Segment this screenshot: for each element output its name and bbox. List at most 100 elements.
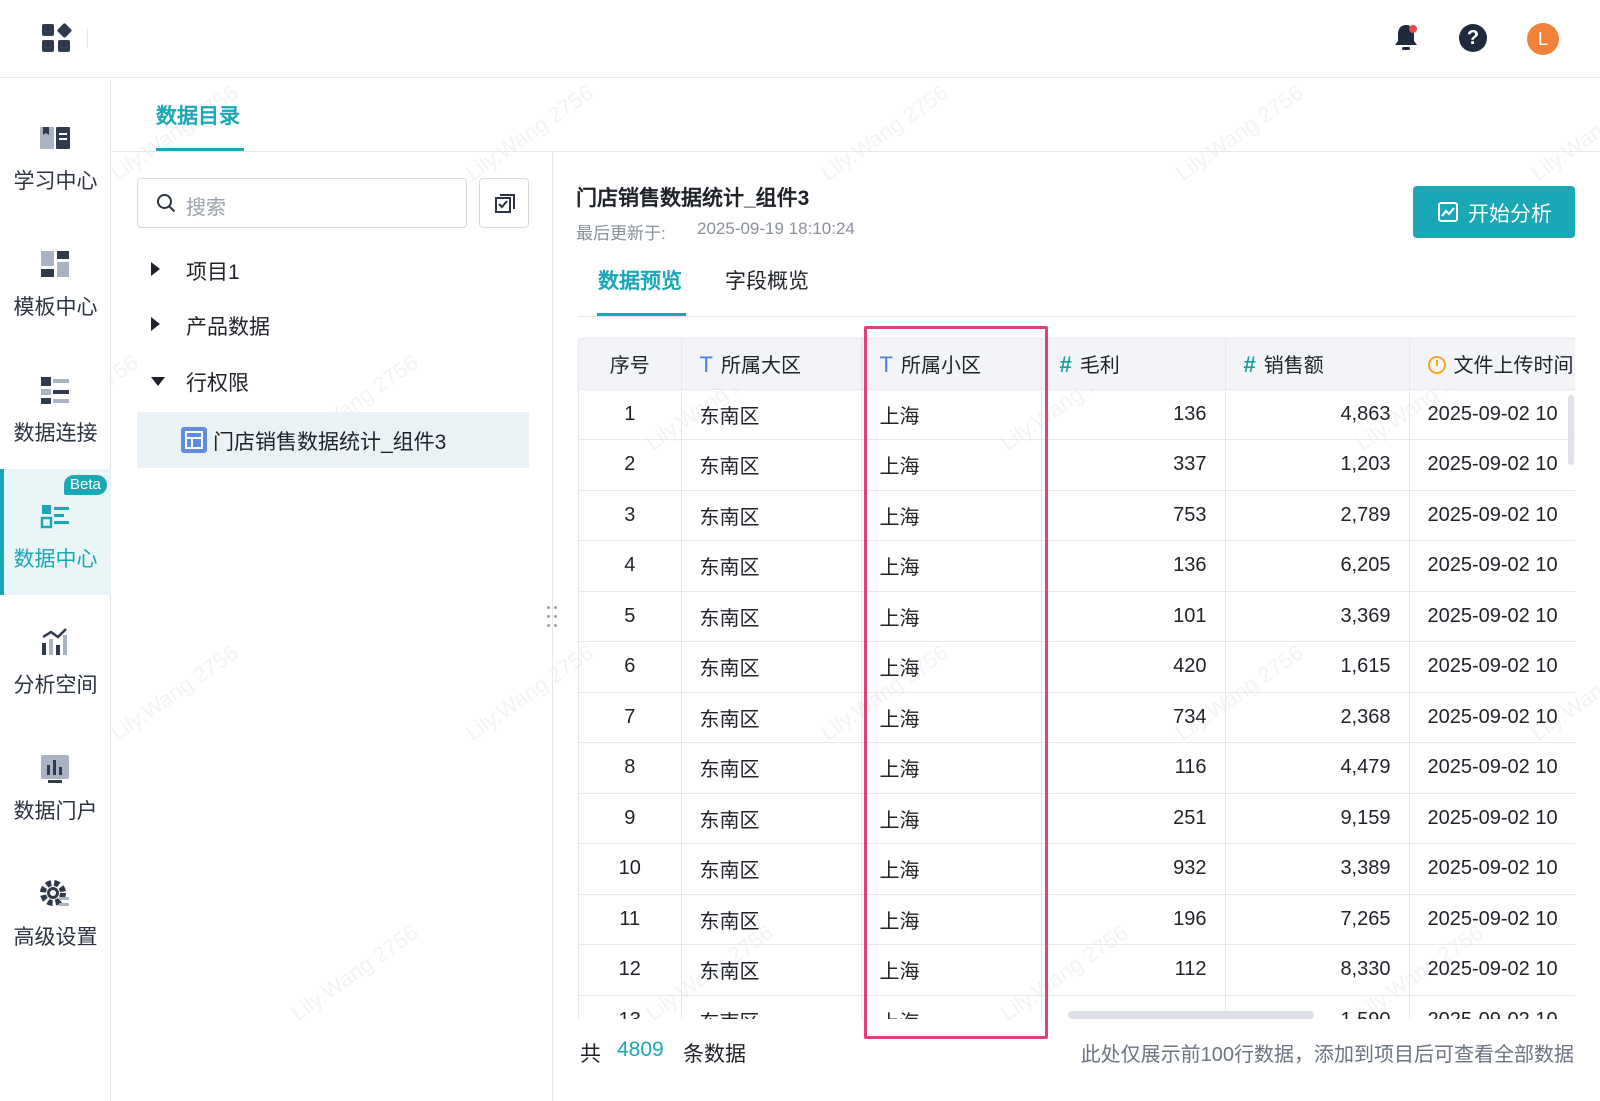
table-cell: 2025-09-02 10 — [1409, 692, 1575, 743]
sidebar-item-data-connection[interactable]: 数据连接 — [0, 343, 111, 469]
table-cell: 9 — [579, 793, 682, 844]
table-cell: 2,789 — [1225, 490, 1410, 541]
tab-data-preview[interactable]: 数据预览 — [598, 265, 682, 295]
table-cell: 112 — [1041, 944, 1226, 996]
tree-node-project1[interactable]: 项目1 — [137, 242, 529, 298]
column-header-subregion[interactable]: T 所属小区 — [861, 339, 1042, 390]
number-type-icon: # — [1059, 352, 1072, 378]
subtab-divider — [578, 316, 1575, 317]
table-cell: 上海 — [861, 439, 1042, 491]
tab-data-catalog[interactable]: 数据目录 — [156, 100, 240, 130]
watermark-text: Lily.Wang 2756 — [1526, 80, 1600, 186]
app-grid-icon[interactable] — [42, 22, 73, 54]
panel-resize-handle[interactable] — [545, 606, 561, 630]
vertical-scrollbar[interactable] — [1568, 395, 1574, 465]
table-row[interactable]: 12 东南区 上海 112 8,330 2025-09-02 10 — [579, 944, 1575, 996]
bar-chart-icon — [38, 751, 72, 785]
table-cell: 2025-09-02 10 — [1409, 540, 1575, 592]
sidebar-item-analysis-space[interactable]: 分析空间 — [0, 595, 111, 721]
table-cell: 2025-09-02 10 — [1409, 894, 1575, 945]
search-input[interactable]: 搜索 — [137, 178, 467, 228]
start-analysis-button[interactable]: 开始分析 — [1413, 186, 1575, 238]
table-cell: 7 — [579, 692, 682, 743]
table-cell: 2025-09-02 10 — [1409, 490, 1575, 541]
chart-line-icon — [1437, 201, 1459, 223]
column-header-upload-time[interactable]: 文件上传时间 — [1409, 339, 1575, 390]
user-avatar[interactable]: L — [1527, 23, 1559, 55]
table-row[interactable]: 9 东南区 上海 251 9,159 2025-09-02 10 — [579, 793, 1575, 844]
table-cell: 东南区 — [681, 995, 862, 1019]
table-row[interactable]: 10 东南区 上海 932 3,389 2025-09-02 10 — [579, 843, 1575, 895]
table-row[interactable]: 5 东南区 上海 101 3,369 2025-09-02 10 — [579, 591, 1575, 642]
text-type-icon: T — [699, 352, 713, 378]
tree-node-product-data[interactable]: 产品数据 — [137, 297, 529, 353]
table-cell: 东南区 — [681, 540, 862, 592]
horizontal-scrollbar[interactable] — [1068, 1011, 1314, 1019]
expand-collapse-button[interactable] — [479, 178, 529, 228]
dataset-table-icon — [181, 427, 207, 453]
table-cell: 东南区 — [681, 843, 862, 895]
sidebar: 学习中心 模板中心 数据连接 Beta 数据中心 分析空间 数据门户 高级设置 — [0, 79, 111, 1101]
table-row[interactable]: 2 东南区 上海 337 1,203 2025-09-02 10 — [579, 439, 1575, 491]
table-cell: 1,203 — [1225, 439, 1410, 491]
table-cell: 上海 — [861, 995, 1042, 1019]
sidebar-item-advanced-settings[interactable]: 高级设置 — [0, 847, 111, 973]
table-cell: 上海 — [861, 641, 1042, 693]
total-prefix: 共 — [580, 1043, 601, 1066]
caret-right-icon[interactable] — [151, 262, 160, 276]
gear-icon — [38, 877, 72, 911]
table-cell: 东南区 — [681, 490, 862, 541]
template-icon — [38, 247, 72, 281]
table-row[interactable]: 1 东南区 上海 136 4,863 2025-09-02 10 — [579, 389, 1575, 440]
table-cell: 1 — [579, 389, 682, 440]
preview-limit-note: 此处仅展示前100行数据，添加到项目后可查看全部数据 — [1080, 1044, 1574, 1066]
data-preview-table[interactable]: 序号 T 所属大区 T 所属小区 # 毛利 # 销售额 文件上传时间 1 东南区 上海 136… — [578, 338, 1575, 1019]
tab-field-overview[interactable]: 字段概览 — [725, 265, 809, 295]
table-row[interactable]: 4 东南区 上海 136 6,205 2025-09-02 10 — [579, 540, 1575, 592]
help-icon[interactable]: ? — [1459, 24, 1487, 52]
sidebar-item-data-center[interactable]: Beta 数据中心 — [0, 469, 111, 595]
sidebar-item-label: 分析空间 — [13, 674, 98, 697]
table-cell: 上海 — [861, 894, 1042, 945]
checkbox-square-icon — [495, 194, 515, 213]
tree-node-row-permission[interactable]: 行权限 — [137, 353, 529, 409]
table-cell: 6 — [579, 641, 682, 693]
table-cell: 上海 — [861, 591, 1042, 642]
notification-bell-icon[interactable] — [1391, 22, 1421, 54]
table-cell: 2025-09-02 10 — [1409, 944, 1575, 996]
sidebar-item-learning-center[interactable]: 学习中心 — [0, 91, 111, 217]
table-cell: 2025-09-02 10 — [1409, 742, 1575, 794]
table-cell: 东南区 — [681, 742, 862, 794]
table-cell: 东南区 — [681, 793, 862, 844]
table-cell: 3,389 — [1225, 843, 1410, 895]
sidebar-item-data-portal[interactable]: 数据门户 — [0, 721, 111, 847]
table-cell: 上海 — [861, 944, 1042, 996]
table-row[interactable]: 11 东南区 上海 196 7,265 2025-09-02 10 — [579, 894, 1575, 945]
column-header-sales[interactable]: # 销售额 — [1225, 339, 1410, 390]
table-cell: 2025-09-02 10 — [1409, 389, 1575, 440]
watermark-text: Lily.Wang 2756 — [816, 79, 953, 186]
table-row[interactable]: 8 东南区 上海 116 4,479 2025-09-02 10 — [579, 742, 1575, 794]
tree-leaf-selected-dataset[interactable]: 门店销售数据统计_组件3 — [137, 412, 529, 468]
book-icon — [38, 121, 72, 155]
table-cell: 932 — [1041, 843, 1226, 895]
table-row[interactable]: 3 东南区 上海 753 2,789 2025-09-02 10 — [579, 490, 1575, 541]
column-header-index[interactable]: 序号 — [579, 339, 682, 390]
table-row[interactable]: 7 东南区 上海 734 2,368 2025-09-02 10 — [579, 692, 1575, 743]
table-cell: 上海 — [861, 540, 1042, 592]
table-header-row: 序号 T 所属大区 T 所属小区 # 毛利 # 销售额 文件上传时间 — [579, 339, 1575, 390]
caret-down-icon[interactable] — [151, 377, 165, 386]
caret-right-icon[interactable] — [151, 317, 160, 331]
table-cell: 6,205 — [1225, 540, 1410, 592]
analysis-icon — [38, 625, 72, 659]
start-analysis-label: 开始分析 — [1468, 203, 1552, 226]
table-cell: 101 — [1041, 591, 1226, 642]
table-row[interactable]: 6 东南区 上海 420 1,615 2025-09-02 10 — [579, 641, 1575, 693]
table-cell: 上海 — [861, 793, 1042, 844]
table-cell: 10 — [579, 843, 682, 895]
sidebar-item-template-center[interactable]: 模板中心 — [0, 217, 111, 343]
column-header-gross-profit[interactable]: # 毛利 — [1041, 339, 1226, 390]
column-header-region[interactable]: T 所属大区 — [681, 339, 862, 390]
table-cell: 196 — [1041, 894, 1226, 945]
top-bar: ? L — [0, 0, 1600, 78]
